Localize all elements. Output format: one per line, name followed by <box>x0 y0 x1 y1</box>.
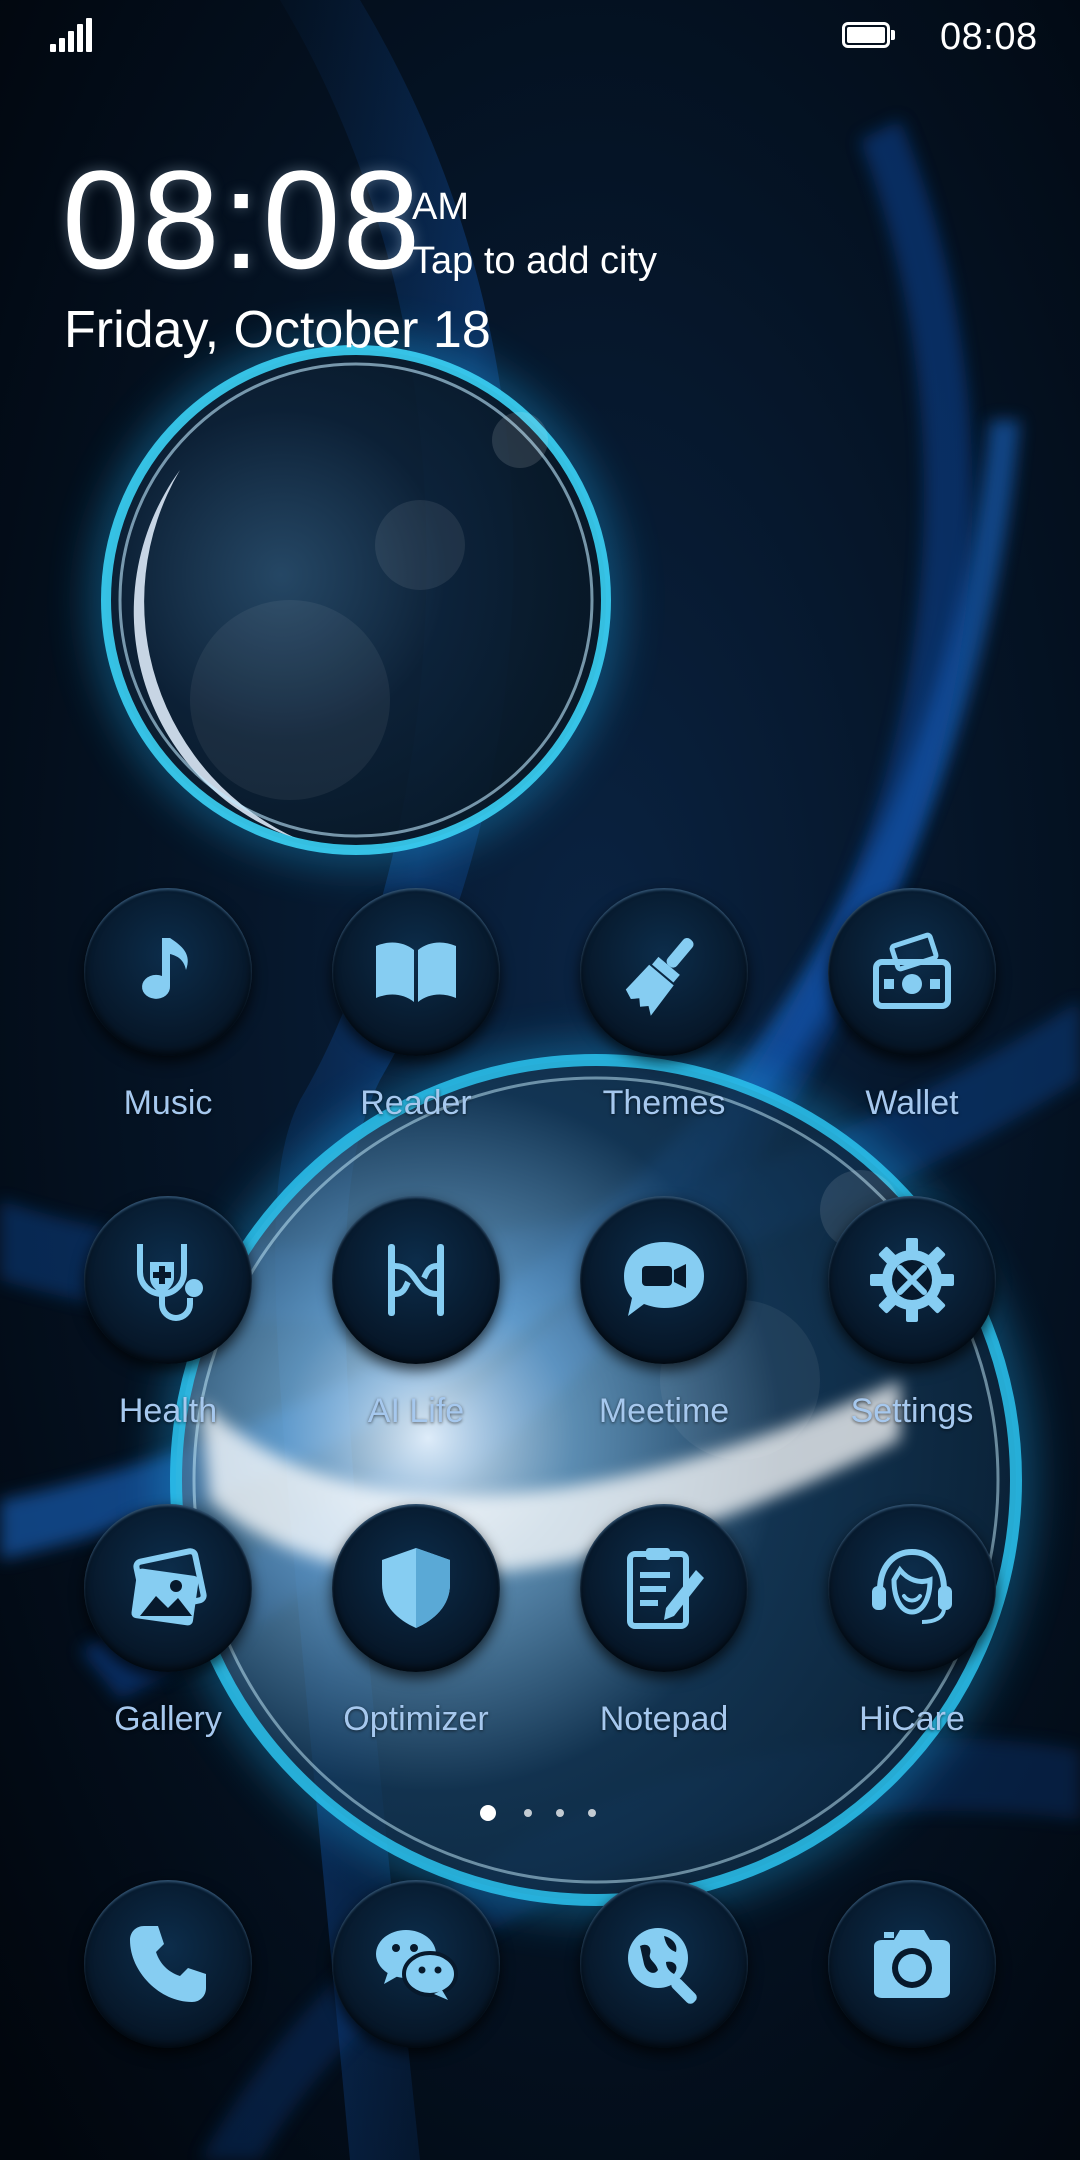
dock-phone[interactable] <box>58 1880 278 2050</box>
paintbrush-icon <box>625 938 694 1016</box>
app-hicare[interactable]: HiCare <box>802 1504 1022 1754</box>
page-dot <box>556 1809 564 1817</box>
video-chat-icon <box>624 1242 704 1316</box>
gear-tools-icon <box>870 1238 954 1322</box>
app-optimizer[interactable]: Optimizer <box>306 1504 526 1754</box>
app-label: AI Life <box>367 1392 465 1430</box>
app-label: Gallery <box>114 1700 222 1738</box>
phone-icon <box>130 1926 206 2002</box>
wechat-icon <box>376 1930 458 2000</box>
browser-search-icon <box>628 1928 697 2004</box>
app-label: Music <box>123 1084 213 1122</box>
app-label: HiCare <box>859 1700 965 1738</box>
app-label: Notepad <box>599 1700 729 1738</box>
battery-full-icon <box>842 22 896 52</box>
clock-ampm: AM <box>412 186 469 228</box>
dock-browser[interactable] <box>554 1880 774 2050</box>
camera-icon <box>874 1930 950 1998</box>
app-label: Themes <box>602 1084 726 1122</box>
dock-camera[interactable] <box>802 1880 1022 2050</box>
shield-icon <box>382 1548 450 1628</box>
photos-icon <box>131 1548 207 1626</box>
stethoscope-icon <box>137 1244 203 1321</box>
app-music[interactable]: Music <box>58 888 278 1138</box>
clock-time[interactable]: 08:08 <box>62 150 422 290</box>
app-label: Meetime <box>598 1392 730 1430</box>
app-wallet[interactable]: Wallet <box>802 888 1022 1138</box>
app-label: Wallet <box>865 1084 959 1122</box>
app-notepad[interactable]: Notepad <box>554 1504 774 1754</box>
app-label: Settings <box>850 1392 974 1430</box>
page-indicator <box>480 1804 610 1824</box>
app-settings[interactable]: Settings <box>802 1196 1022 1446</box>
page-dot-active <box>480 1805 496 1821</box>
wallet-icon <box>873 932 951 1009</box>
app-health[interactable]: Health <box>58 1196 278 1446</box>
app-label: Optimizer <box>343 1700 489 1738</box>
app-themes[interactable]: Themes <box>554 888 774 1138</box>
status-time: 08:08 <box>940 16 1038 58</box>
book-icon <box>376 942 456 1002</box>
app-ai-life[interactable]: AI Life <box>306 1196 526 1446</box>
add-city-link[interactable]: Tap to add city <box>412 240 657 283</box>
notepad-icon <box>627 1548 704 1629</box>
dock-wechat[interactable] <box>306 1880 526 2050</box>
app-reader[interactable]: Reader <box>306 888 526 1138</box>
page-dot <box>588 1809 596 1817</box>
app-gallery[interactable]: Gallery <box>58 1504 278 1754</box>
clock-date[interactable]: Friday, October 18 <box>64 300 491 360</box>
home-screen: 08:08 08:08 AM Tap to add city Friday, O… <box>0 0 1080 2160</box>
signal-bars-icon <box>50 18 92 52</box>
app-label: Health <box>118 1392 218 1430</box>
app-meetime[interactable]: Meetime <box>554 1196 774 1446</box>
music-note-icon <box>142 938 188 999</box>
headset-icon <box>872 1548 952 1624</box>
page-dot <box>524 1809 532 1817</box>
ai-life-icon <box>388 1244 444 1316</box>
app-label: Reader <box>360 1084 472 1122</box>
status-bar: 08:08 <box>0 0 1080 80</box>
